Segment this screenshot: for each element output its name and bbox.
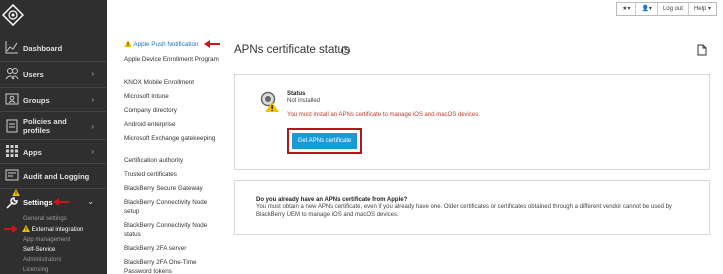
blackberry-logo-icon xyxy=(2,4,24,26)
settings-sub-licensing[interactable]: Licensing xyxy=(23,266,48,274)
policies-icon xyxy=(6,119,18,133)
groups-icon xyxy=(5,93,19,105)
warning-icon xyxy=(12,189,20,196)
sidebar-item-users[interactable]: Users › xyxy=(0,62,107,86)
settings-sub-administrators[interactable]: Administrators xyxy=(23,256,61,264)
warning-icon xyxy=(22,225,30,232)
page-title: APNs certificate status xyxy=(234,44,350,56)
submenu-item[interactable]: Android enterprise xyxy=(124,121,219,130)
submenu-item[interactable]: Microsoft Exchange gatekeeping xyxy=(124,135,219,144)
question-text: You must obtain a new APNs certificate, … xyxy=(256,204,672,218)
top-toolbar: ★▾ 👤▾ Log out Help ▾ xyxy=(616,2,717,16)
certificate-status-panel: Status Not installed You must install an… xyxy=(234,74,710,170)
existing-certificate-panel: Do you already have an APNs certificate … xyxy=(234,180,710,235)
sidebar-item-label: Users xyxy=(23,70,44,79)
get-apns-certificate-button[interactable]: Get APNs certificate xyxy=(292,133,357,149)
submenu-item[interactable]: Apple Device Enrollment Program xyxy=(124,56,219,65)
submenu-item[interactable]: KNOX Mobile Enrollment xyxy=(124,79,219,88)
sidebar-item-dashboard[interactable]: Dashboard xyxy=(0,36,107,60)
help-icon[interactable]: ? xyxy=(341,46,350,55)
warning-icon xyxy=(124,40,132,47)
sidebar-item-groups[interactable]: Groups › xyxy=(0,88,107,112)
chevron-right-icon: › xyxy=(91,95,94,104)
sidebar: Dashboard Users › Groups › Policies and … xyxy=(0,0,107,274)
users-icon xyxy=(5,68,19,80)
red-arrow-icon xyxy=(53,198,69,206)
sidebar-item-audit[interactable]: Audit and Logging xyxy=(0,164,107,188)
settings-sub-external-integration[interactable]: External integration xyxy=(22,225,83,234)
blackberry-logo[interactable] xyxy=(0,0,107,30)
chevron-down-icon: ⌄ xyxy=(87,197,94,206)
settings-sub-self-service[interactable]: Self-Service xyxy=(23,246,55,254)
submenu-item[interactable]: Certification authority xyxy=(124,157,219,166)
submenu-item[interactable]: BlackBerry Connectivity Node status xyxy=(124,222,219,239)
submenu-item[interactable]: Trusted certificates xyxy=(124,171,219,180)
help-menu[interactable]: Help ▾ xyxy=(689,3,716,15)
favorites-menu[interactable]: ★▾ xyxy=(617,3,637,15)
submenu-item[interactable]: BlackBerry Connectivity Node setup xyxy=(124,199,219,216)
sidebar-item-apps[interactable]: Apps › xyxy=(0,140,107,164)
chevron-right-icon: › xyxy=(91,69,94,78)
status-value: Not installed xyxy=(287,98,321,104)
line-chart-icon xyxy=(5,41,18,54)
sidebar-item-label: Settings xyxy=(23,198,53,207)
red-arrow-icon xyxy=(4,225,18,233)
submenu-item[interactable]: BlackBerry 2FA One-Time Password tokens xyxy=(124,259,219,274)
sidebar-item-label: Dashboard xyxy=(23,44,63,53)
submenu-item[interactable]: Microsoft Intune xyxy=(124,93,219,102)
settings-sub-label: External integration xyxy=(31,227,84,233)
sidebar-item-policies[interactable]: Policies and profiles › xyxy=(0,113,107,139)
chevron-right-icon: › xyxy=(91,122,94,131)
wrench-icon xyxy=(6,197,18,209)
sidebar-item-label: Apps xyxy=(23,148,42,157)
settings-sub-app-management[interactable]: App management xyxy=(23,236,70,244)
sidebar-item-label: Policies and profiles xyxy=(23,117,67,135)
question-title: Do you already have an APNs certificate … xyxy=(256,197,408,203)
apps-grid-icon xyxy=(6,145,18,157)
divider xyxy=(0,111,107,112)
sidebar-item-label: Audit and Logging xyxy=(23,172,90,181)
sidebar-item-settings[interactable]: Settings ⌄ xyxy=(0,189,107,214)
user-menu[interactable]: 👤▾ xyxy=(636,3,658,15)
status-label: Status xyxy=(287,91,306,97)
audit-icon xyxy=(5,169,19,181)
submenu-item[interactable]: Company directory xyxy=(124,107,219,116)
red-arrow-icon xyxy=(204,40,220,48)
logout-link[interactable]: Log out xyxy=(658,3,689,15)
sidebar-item-label: Groups xyxy=(23,96,50,105)
document-icon[interactable] xyxy=(697,44,707,56)
status-warning-text: You must install an APNs certificate to … xyxy=(287,112,480,118)
settings-sub-general[interactable]: General settings xyxy=(23,215,67,223)
certificate-warning-icon xyxy=(260,91,279,112)
highlight-frame: Get APNs certificate xyxy=(287,128,362,154)
submenu-item-label: Apple Push Notification xyxy=(133,41,199,48)
submenu-item[interactable]: BlackBerry 2FA server xyxy=(124,245,219,254)
submenu-item[interactable]: BlackBerry Secure Gateway xyxy=(124,185,219,194)
chevron-right-icon: › xyxy=(91,147,94,156)
